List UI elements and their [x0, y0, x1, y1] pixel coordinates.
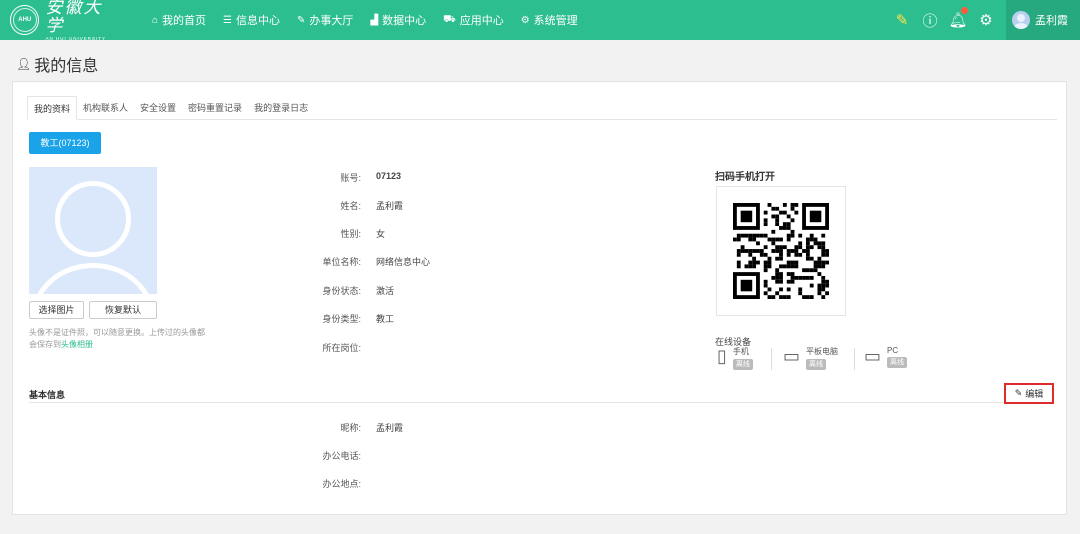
settings-icon[interactable]: ⚙ [972, 11, 1000, 29]
avatar-album-link[interactable]: 头像相册 [61, 340, 93, 349]
nickname-label: 昵称: [340, 423, 361, 433]
page-title-text: 我的信息 [34, 58, 99, 75]
restore-default-button[interactable]: 恢复默认 [89, 301, 157, 319]
page-title: 👤︎ 我的信息 [16, 52, 98, 76]
nav-item-label: 我的首页 [162, 15, 207, 27]
profile-card: 我的资料 机构联系人 安全设置 密码重置记录 我的登录日志 教工(07123) … [12, 81, 1067, 515]
logo-name-en: AN HUI UNIVERSITY [45, 36, 106, 41]
office-address-label: 办公地点: [322, 479, 361, 489]
nav-item-label: 办事大厅 [309, 15, 354, 27]
cart-icon: ⛟ [443, 13, 456, 25]
header-actions: ✎ ⓘ 🔔︎ ⚙ 孟利霞 [888, 0, 1080, 40]
status-label: 身份状态: [322, 286, 361, 296]
notification-dot [961, 7, 968, 14]
role-button[interactable]: 教工(07123) [29, 132, 101, 154]
post-label: 所在岗位: [322, 343, 361, 353]
user-icon: 👤︎ [16, 57, 32, 71]
select-image-button[interactable]: 选择图片 [29, 301, 84, 319]
logo-name-cn: 安徽大学 [45, 0, 103, 36]
top-navigation-bar: AHU 安徽大学 AN HUI UNIVERSITY ⌂ 我的首页 ☰ 信息中心 ✎… [0, 0, 1080, 41]
account-value: 07123 [376, 171, 402, 181]
edit-button[interactable]: ✎ 编辑 [1004, 383, 1054, 404]
nav-item-service-hall[interactable]: ✎ 办事大厅 [297, 0, 353, 40]
tab-login-log[interactable]: 我的登录日志 [248, 96, 314, 120]
nav-item-system-admin[interactable]: ⚙ 系统管理 [521, 0, 578, 40]
device-phone: ▯ 手机 离线 [717, 346, 753, 370]
nav-item-info-center[interactable]: ☰ 信息中心 [223, 0, 280, 40]
qr-code [716, 186, 846, 316]
main-nav: ⌂ 我的首页 ☰ 信息中心 ✎ 办事大厅 ▟ 数据中心 ⛟ 应用中心 ⚙ 系统管理 [152, 0, 595, 40]
tab-my-profile[interactable]: 我的资料 [27, 96, 78, 120]
device-pc: ▭ PC 离线 [864, 346, 908, 368]
monitor-icon: ▭ [864, 346, 882, 366]
tab-password-reset-log[interactable]: 密码重置记录 [182, 96, 248, 120]
name-label: 姓名: [340, 201, 361, 211]
user-menu[interactable]: 孟利霞 [1006, 0, 1080, 40]
status-badge: 离线 [732, 359, 753, 370]
phone-icon: ▯ [717, 346, 727, 366]
nav-item-label: 系统管理 [533, 15, 578, 27]
nav-item-app-center[interactable]: ⛟ 应用中心 [443, 0, 504, 40]
unit-value: 网络信息中心 [376, 257, 431, 267]
account-label: 账号: [340, 173, 361, 183]
profile-tabs: 我的资料 机构联系人 安全设置 密码重置记录 我的登录日志 [27, 96, 1057, 120]
profile-photo [29, 167, 157, 294]
status-badge: 离线 [887, 357, 908, 368]
list-icon: ☰ [223, 14, 233, 26]
type-value: 教工 [376, 314, 395, 324]
photo-hint: 头像不是证件照，可以随意更换。上传过的头像都会保存到头像相册 [29, 328, 205, 349]
nav-item-home[interactable]: ⌂ 我的首页 [152, 0, 206, 40]
avatar [1012, 11, 1030, 29]
nav-item-data-center[interactable]: ▟ 数据中心 [370, 0, 426, 40]
university-seal-icon: AHU [10, 5, 40, 35]
unit-label: 单位名称: [322, 257, 361, 267]
tablet-icon: ▭ [783, 346, 801, 366]
divider [29, 402, 1054, 403]
gender-value: 女 [376, 229, 386, 239]
device-tablet: ▭ 平板电脑 离线 [783, 346, 839, 370]
edit-icon: ✎ [1014, 388, 1023, 398]
chart-icon: ▟ [370, 14, 379, 26]
basic-info-title: 基本信息 [29, 390, 66, 400]
help-icon[interactable]: ⓘ [916, 10, 944, 31]
tab-security[interactable]: 安全设置 [134, 96, 182, 120]
office-phone-label: 办公电话: [322, 451, 361, 461]
nav-item-label: 信息中心 [236, 15, 281, 27]
status-value: 激活 [376, 286, 395, 296]
nav-item-label: 数据中心 [382, 15, 427, 27]
edit-icon: ✎ [297, 14, 306, 26]
nickname-value: 孟利霞 [376, 423, 404, 433]
tab-org-contacts[interactable]: 机构联系人 [77, 96, 134, 120]
user-name: 孟利霞 [1035, 15, 1068, 27]
qr-code-image [733, 203, 829, 299]
name-value: 孟利霞 [376, 201, 404, 211]
note-edit-icon[interactable]: ✎ [888, 11, 916, 29]
nav-item-label: 应用中心 [459, 15, 504, 27]
type-label: 身份类型: [322, 314, 361, 324]
qr-title: 扫码手机打开 [715, 172, 775, 183]
gear-icon: ⚙ [520, 14, 530, 26]
gender-label: 性别: [340, 229, 361, 239]
bell-icon[interactable]: 🔔︎ [944, 7, 972, 29]
university-logo[interactable]: AHU 安徽大学 AN HUI UNIVERSITY [10, 0, 120, 41]
home-icon: ⌂ [152, 14, 159, 26]
status-badge: 离线 [806, 359, 827, 370]
